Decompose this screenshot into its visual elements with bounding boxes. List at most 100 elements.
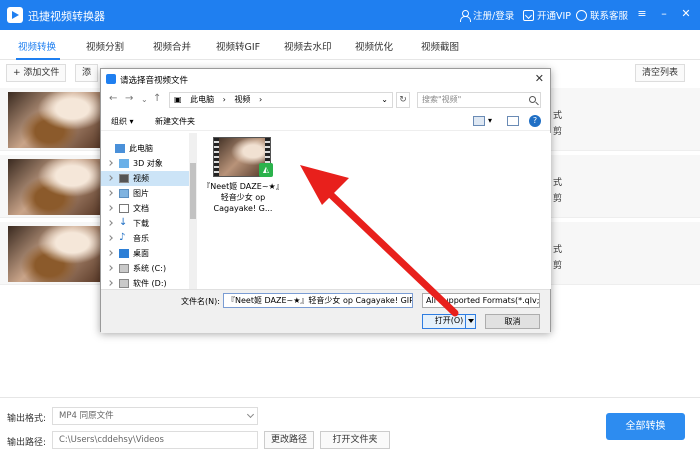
filename-input[interactable]: 『Neet姬 DAZE~★』轻音少女 op Cagayake! GIR [223, 293, 413, 308]
output-path-value: C:\Users\cddehsy\Videos [59, 435, 164, 445]
breadcrumb-this-pc[interactable]: 此电脑 [190, 95, 214, 104]
address-bar[interactable]: ▣ 此电脑 › 视频 › ⌄ [169, 92, 393, 108]
open-folder-button[interactable]: 打开文件夹 [320, 431, 390, 449]
search-icon [529, 96, 536, 103]
download-icon: ↓ [119, 217, 128, 228]
tree-item-desktop[interactable]: 桌面 [101, 246, 191, 261]
up-arrow-icon[interactable]: ↑ [153, 93, 161, 104]
help-icon[interactable]: ? [529, 115, 541, 127]
bottom-bar: 输出格式: MP4 同原文件 输出路径: C:\Users\cddehsy\Vi… [0, 397, 700, 457]
expand-chevron-icon[interactable] [107, 220, 113, 226]
tree-item-videos[interactable]: 视频 [101, 171, 191, 186]
tab-video-to-gif[interactable]: 视频转GIF [216, 39, 260, 53]
expand-chevron-icon[interactable] [107, 235, 113, 241]
view-dropdown-icon[interactable]: ▾ [488, 116, 492, 125]
navigation-scrollbar[interactable] [189, 133, 197, 289]
clear-list-button[interactable]: 清空列表 [635, 64, 686, 82]
address-row: ← → ⌄ ↑ ▣ 此电脑 › 视频 › ⌄ ↻ 搜索"视频" [101, 89, 550, 109]
search-placeholder: 搜索"视频" [422, 95, 462, 104]
menu-icon[interactable]: ≡ [636, 8, 648, 20]
tree-item-drive-c[interactable]: 系统 (C:) [101, 261, 191, 276]
video-thumbnail [8, 226, 100, 282]
tab-bar: 视频转换 视频分割 视频合并 视频转GIF 视频去水印 视频优化 视频截图 [0, 30, 700, 60]
output-format-select[interactable]: MP4 同原文件 [52, 407, 258, 425]
breadcrumb-separator: › [258, 95, 263, 104]
open-dropdown-icon[interactable] [465, 315, 475, 328]
app-logo-icon [7, 7, 23, 23]
file-type-select[interactable]: All Supported Formats(*.qlv; [422, 293, 540, 308]
drive-icon [119, 264, 129, 273]
support-link[interactable]: 联系客服 [576, 8, 628, 22]
documents-icon [119, 204, 129, 213]
recent-chevron-icon[interactable]: ⌄ [141, 95, 148, 104]
computer-icon [115, 144, 125, 153]
tree-item-3d-objects[interactable]: 3D 对象 [101, 156, 191, 171]
open-button[interactable]: 打开(O) [422, 314, 476, 329]
row-info-format: 式 [553, 111, 563, 121]
breadcrumb-separator: › [222, 95, 226, 104]
video-folder-small-icon: ▣ [174, 95, 182, 104]
video-thumbnail [8, 92, 100, 148]
add-file-button[interactable]: + 添加文件 [6, 64, 67, 82]
forward-arrow-icon[interactable]: → [125, 93, 133, 104]
tree-item-documents[interactable]: 文档 [101, 201, 191, 216]
expand-chevron-icon[interactable] [107, 250, 113, 256]
vip-icon [523, 9, 534, 21]
row-info-format: 式 [553, 245, 563, 255]
row-info-edit[interactable]: 剪 [553, 258, 562, 271]
chevron-down-icon [246, 410, 255, 419]
expand-chevron-icon[interactable] [107, 190, 113, 196]
tree-item-drive-d[interactable]: 软件 (D:) [101, 276, 191, 289]
open-button-label: 打开(O) [434, 316, 464, 325]
expand-chevron-icon[interactable] [107, 280, 113, 286]
tab-remove-watermark[interactable]: 视频去水印 [284, 39, 332, 53]
search-input[interactable]: 搜索"视频" [417, 92, 541, 108]
dialog-close-icon[interactable]: ✕ [535, 72, 544, 85]
back-arrow-icon[interactable]: ← [109, 93, 117, 104]
headset-icon [576, 9, 587, 21]
breadcrumb-videos[interactable]: 视频 [234, 95, 250, 104]
3d-objects-icon [119, 159, 129, 168]
address-dropdown-icon[interactable]: ⌄ [381, 93, 388, 107]
row-info-edit[interactable]: 剪 [553, 124, 562, 137]
tab-video-screenshot[interactable]: 视频截图 [421, 39, 459, 53]
tab-video-split[interactable]: 视频分割 [86, 39, 124, 53]
filename-label: 文件名(N): [181, 297, 220, 306]
change-path-button[interactable]: 更改路径 [264, 431, 314, 449]
tree-item-downloads[interactable]: ↓ 下载 [101, 216, 191, 231]
vip-link[interactable]: 开通VIP [523, 8, 571, 22]
tree-item-pictures[interactable]: 图片 [101, 186, 191, 201]
register-login-link[interactable]: 注册/登录 [459, 8, 514, 22]
output-path-label: 输出路径: [7, 438, 47, 448]
open-file-dialog: 请选择音视频文件 ✕ ← → ⌄ ↑ ▣ 此电脑 › 视频 › ⌄ ↻ 搜索"视… [100, 68, 551, 333]
tree-item-music[interactable]: ♪ 音乐 [101, 231, 191, 246]
expand-chevron-icon[interactable] [107, 205, 113, 211]
view-options-icon[interactable] [473, 116, 485, 126]
cancel-button[interactable]: 取消 [485, 314, 540, 329]
tab-video-convert[interactable]: 视频转换 [18, 39, 56, 53]
add-folder-button[interactable]: 添 [75, 64, 99, 82]
vip-label: 开通VIP [537, 11, 572, 22]
desktop-icon [119, 249, 129, 258]
close-window-icon[interactable]: ✕ [680, 8, 692, 20]
minimize-icon[interactable]: – [658, 8, 670, 20]
tree-item-this-pc[interactable]: 此电脑 [101, 141, 191, 156]
organize-menu[interactable]: 组织 ▾ [111, 116, 134, 127]
output-format-value: MP4 同原文件 [59, 411, 114, 421]
row-info-edit[interactable]: 剪 [553, 191, 562, 204]
command-bar: 组织 ▾ 新建文件夹 ▾ ? [101, 111, 550, 131]
output-path-field[interactable]: C:\Users\cddehsy\Videos [52, 431, 258, 449]
tab-video-optimize[interactable]: 视频优化 [355, 39, 393, 53]
expand-chevron-icon[interactable] [107, 265, 113, 271]
preview-pane-icon[interactable] [507, 116, 519, 126]
expand-chevron-icon[interactable] [107, 175, 113, 181]
row-info-format: 式 [553, 178, 563, 188]
file-item[interactable]: ◭ 『Neet姬 DAZE~★』轻音少女 op Cagayake! G... [201, 133, 285, 233]
tab-video-merge[interactable]: 视频合并 [153, 39, 191, 53]
file-list: ◭ 『Neet姬 DAZE~★』轻音少女 op Cagayake! G... [201, 133, 551, 289]
convert-all-button[interactable]: 全部转换 [606, 413, 685, 440]
new-folder-button[interactable]: 新建文件夹 [155, 116, 195, 127]
expand-chevron-icon[interactable] [107, 160, 113, 166]
refresh-icon[interactable]: ↻ [396, 92, 410, 108]
scrollbar-thumb[interactable] [190, 163, 196, 219]
